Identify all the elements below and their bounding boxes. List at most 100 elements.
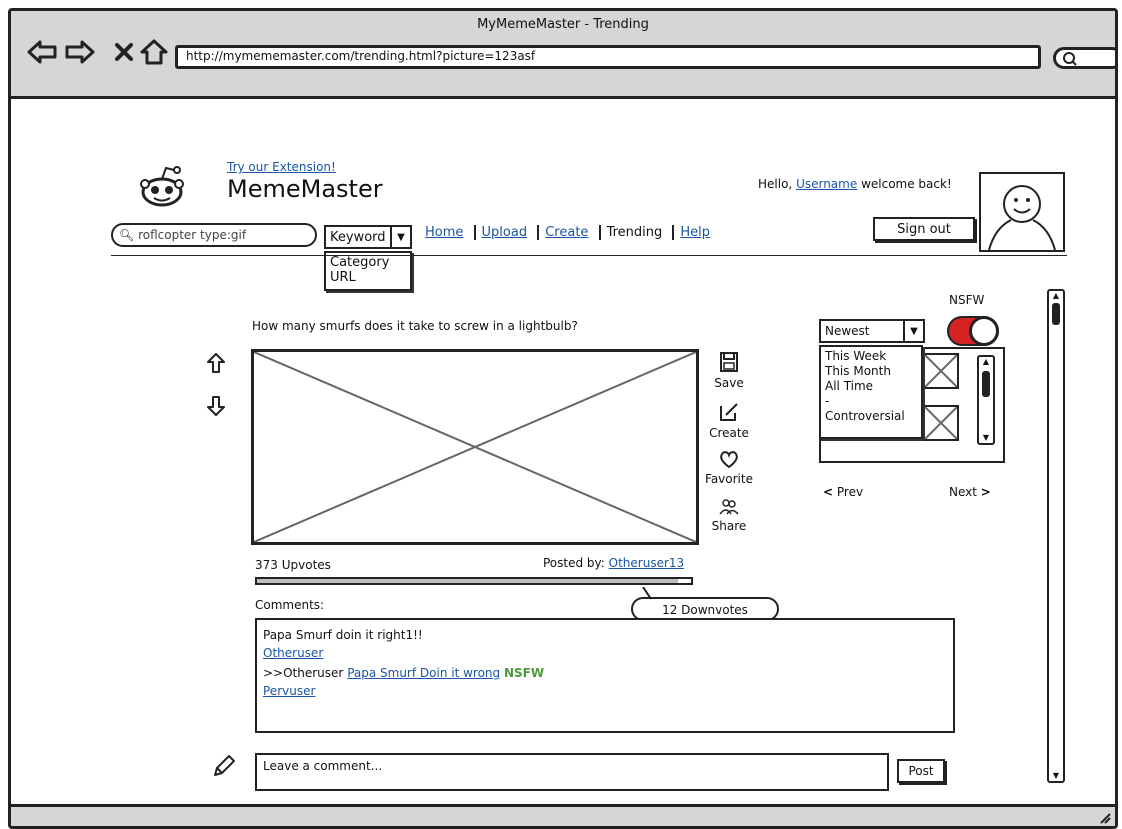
page-scroll-up-icon[interactable]: ▲ bbox=[1049, 291, 1063, 301]
pencil-icon bbox=[211, 753, 237, 783]
toggle-knob bbox=[969, 316, 999, 346]
comment-input[interactable]: Leave a comment... bbox=[255, 753, 889, 791]
sort-dropdown[interactable]: Newest ▼ bbox=[819, 319, 925, 343]
nav-home[interactable]: Home bbox=[425, 225, 463, 240]
greeting-suffix: welcome back! bbox=[861, 177, 952, 191]
stop-icon[interactable] bbox=[107, 35, 141, 69]
create-action[interactable]: Create bbox=[701, 401, 757, 440]
brand-title: MemeMaster bbox=[227, 175, 383, 203]
menu-item-url[interactable]: URL bbox=[330, 270, 406, 285]
save-label: Save bbox=[714, 376, 744, 390]
scroll-down-icon[interactable]: ▼ bbox=[979, 433, 993, 443]
main-nav: Home Upload Create Trending Help bbox=[425, 225, 710, 240]
chevron-right-icon: > bbox=[980, 485, 991, 499]
share-people-icon bbox=[719, 499, 739, 515]
sort-option-all-time[interactable]: All Time bbox=[825, 379, 917, 394]
nav-upload[interactable]: Upload bbox=[482, 225, 528, 240]
resize-grip-icon[interactable] bbox=[1097, 810, 1111, 824]
share-label: Share bbox=[711, 519, 747, 533]
post-title: How many smurfs does it take to screw in… bbox=[252, 319, 578, 333]
back-icon[interactable] bbox=[25, 35, 59, 69]
header-divider bbox=[111, 255, 1067, 256]
search-type-dropdown[interactable]: Keyword ▼ bbox=[324, 225, 412, 249]
page-scroll-thumb[interactable] bbox=[1052, 303, 1060, 325]
window-title: MyMemeMaster - Trending bbox=[477, 17, 649, 32]
chevron-down-icon: ▼ bbox=[390, 227, 410, 247]
url-bar[interactable]: http://mymememaster.com/trending.html?pi… bbox=[175, 45, 1041, 69]
thumbnail-1[interactable] bbox=[923, 353, 959, 389]
greeting-prefix: Hello, bbox=[758, 177, 793, 191]
upvote-count: 373 Upvotes bbox=[255, 558, 331, 572]
sort-option-week[interactable]: This Week bbox=[825, 349, 917, 364]
browser-window: MyMemeMaster - Trending http://mymememas… bbox=[8, 8, 1118, 829]
browser-search-button[interactable] bbox=[1053, 47, 1115, 69]
reply-author-link[interactable]: Pervuser bbox=[263, 684, 315, 698]
forward-icon[interactable] bbox=[63, 35, 97, 69]
comment-author-link[interactable]: Otheruser bbox=[263, 646, 323, 660]
reddit-alien-logo bbox=[138, 162, 186, 214]
create-label: Create bbox=[709, 426, 749, 440]
search-value: roflcopter type:gif bbox=[138, 228, 247, 242]
tooltip-pointer bbox=[642, 587, 652, 600]
save-action[interactable]: Save bbox=[701, 351, 757, 390]
reply-prefix: >>Otheruser bbox=[263, 666, 344, 680]
vote-ratio-fill bbox=[257, 579, 678, 583]
thumbnail-2[interactable] bbox=[923, 405, 959, 441]
home-icon[interactable] bbox=[137, 35, 171, 69]
prev-label: Prev bbox=[836, 485, 864, 499]
prev-link[interactable]: < Prev bbox=[823, 485, 863, 499]
sign-out-button[interactable]: Sign out bbox=[873, 217, 975, 241]
nav-create[interactable]: Create bbox=[545, 225, 588, 240]
floppy-disk-icon bbox=[720, 352, 738, 372]
status-bar bbox=[11, 804, 1115, 826]
heart-icon bbox=[720, 451, 738, 469]
comments-label: Comments: bbox=[255, 598, 325, 612]
extension-link[interactable]: Try our Extension! bbox=[227, 160, 336, 174]
nav-trending[interactable]: Trending bbox=[607, 225, 663, 240]
thumbnail-scrollbar[interactable]: ▲ ▼ bbox=[977, 355, 995, 445]
nav-help[interactable]: Help bbox=[680, 225, 710, 240]
comment-text: Papa Smurf doin it right1!! bbox=[263, 628, 423, 642]
avatar[interactable] bbox=[979, 172, 1065, 252]
favorite-action[interactable]: Favorite bbox=[701, 451, 757, 486]
comment-reply: >>Otheruser Papa Smurf Doin it wrong NSF… bbox=[263, 664, 947, 682]
nsfw-toggle[interactable] bbox=[947, 316, 999, 346]
search-type-value: Keyword bbox=[330, 229, 386, 245]
poster-link[interactable]: Otheruser13 bbox=[609, 556, 685, 570]
upvote-arrow-icon[interactable] bbox=[206, 352, 226, 378]
post-comment-button[interactable]: Post bbox=[897, 759, 945, 783]
magnifier-icon bbox=[1063, 52, 1077, 66]
sort-option-controversial[interactable]: Controversial bbox=[825, 409, 917, 424]
edit-icon bbox=[720, 403, 738, 421]
page-scroll-down-icon[interactable]: ▼ bbox=[1049, 771, 1063, 781]
sort-value: Newest bbox=[825, 324, 870, 338]
meme-image bbox=[251, 349, 699, 545]
next-link[interactable]: Next > bbox=[949, 485, 991, 499]
username-link[interactable]: Username bbox=[796, 177, 857, 191]
menu-item-category[interactable]: Category bbox=[330, 255, 406, 270]
favorite-label: Favorite bbox=[705, 472, 753, 486]
search-type-menu: Category URL bbox=[324, 251, 412, 291]
posted-by: Posted by: Otheruser13 bbox=[543, 556, 684, 570]
nsfw-label: NSFW bbox=[949, 293, 985, 307]
comments-panel: Papa Smurf doin it right1!! Otheruser >>… bbox=[255, 618, 955, 733]
chevron-left-icon: < bbox=[823, 485, 834, 499]
chevron-down-icon: ▼ bbox=[903, 321, 923, 341]
nsfw-tag: NSFW bbox=[503, 666, 545, 680]
search-input[interactable]: 🔍︎ roflcopter type:gif bbox=[111, 223, 317, 247]
vote-ratio-bar bbox=[255, 577, 693, 585]
sort-option-separator: - bbox=[825, 394, 830, 408]
sort-menu: This Week This Month All Time - Controve… bbox=[819, 345, 923, 439]
greeting: Hello, Username welcome back! bbox=[758, 177, 952, 191]
next-label: Next bbox=[949, 485, 977, 499]
user-avatar-icon bbox=[988, 185, 1056, 251]
scroll-thumb[interactable] bbox=[982, 371, 990, 397]
share-action[interactable]: Share bbox=[701, 498, 757, 533]
search-icon: 🔍︎ bbox=[119, 228, 135, 242]
scroll-up-icon[interactable]: ▲ bbox=[979, 357, 993, 367]
browser-titlebar: MyMemeMaster - Trending http://mymememas… bbox=[11, 11, 1115, 99]
reply-link[interactable]: Papa Smurf Doin it wrong bbox=[347, 666, 500, 680]
downvote-arrow-icon[interactable] bbox=[206, 395, 226, 421]
page-scrollbar[interactable]: ▲ ▼ bbox=[1047, 289, 1065, 783]
sort-option-month[interactable]: This Month bbox=[825, 364, 917, 379]
